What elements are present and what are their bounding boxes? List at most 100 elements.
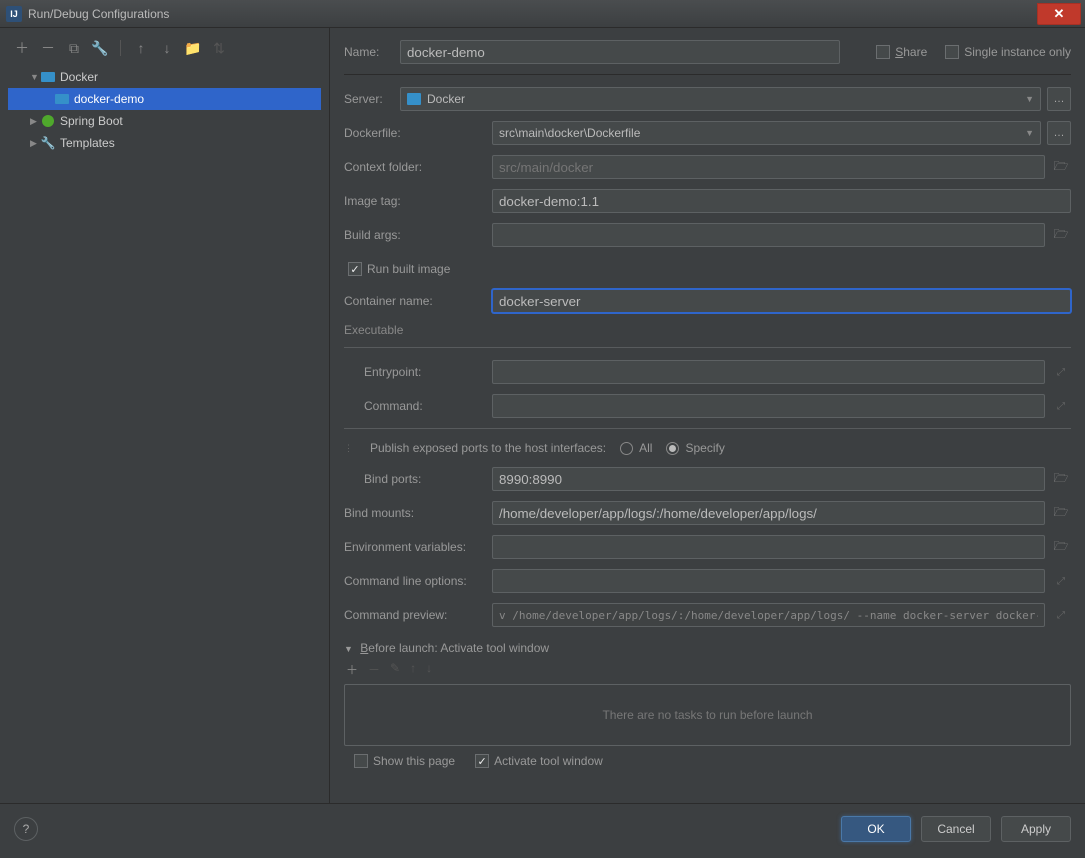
context-input[interactable]	[492, 155, 1045, 179]
command-input[interactable]	[492, 394, 1045, 418]
env-vars-row: Environment variables: 🗁	[344, 535, 1071, 559]
edit-icon[interactable]: ✎	[390, 661, 400, 678]
config-form: Name: Share Single instance only Server:…	[330, 28, 1085, 803]
bind-ports-row: Bind ports: 🗁	[344, 467, 1071, 491]
preview-label: Command preview:	[344, 608, 492, 622]
activate-window-option[interactable]: Activate tool window	[475, 754, 603, 768]
publish-ports-row: ⋮ Publish exposed ports to the host inte…	[344, 441, 1071, 455]
ok-button[interactable]: OK	[841, 816, 911, 842]
tree-node-docker-demo[interactable]: docker-demo	[8, 88, 321, 110]
bind-mounts-label: Bind mounts:	[344, 506, 492, 520]
cancel-button[interactable]: Cancel	[921, 816, 991, 842]
share-checkbox[interactable]	[876, 45, 890, 59]
up-icon[interactable]: ↑	[133, 40, 149, 56]
entrypoint-input[interactable]	[492, 360, 1045, 384]
name-label: Name:	[344, 45, 400, 59]
docker-icon	[40, 70, 56, 84]
window-title: Run/Debug Configurations	[28, 7, 1037, 21]
bind-ports-label: Bind ports:	[344, 472, 492, 486]
name-row: Name: Share Single instance only	[344, 40, 1071, 64]
show-page-checkbox[interactable]	[354, 754, 368, 768]
command-label: Command:	[344, 399, 492, 413]
add-icon[interactable]: ＋	[346, 661, 358, 678]
copy-icon[interactable]: ⧉	[66, 40, 82, 56]
titlebar: IJ Run/Debug Configurations ✕	[0, 0, 1085, 28]
show-page-option[interactable]: Show this page	[344, 754, 455, 768]
tree-node-docker[interactable]: ▼ Docker	[8, 66, 321, 88]
tree-node-spring-boot[interactable]: ▶ Spring Boot	[8, 110, 321, 132]
radio-icon	[666, 442, 679, 455]
activate-window-checkbox[interactable]	[475, 754, 489, 768]
dialog-footer: ? OK Cancel Apply	[0, 803, 1085, 853]
command-row: Command: ⤢	[344, 394, 1071, 418]
apply-button[interactable]: Apply	[1001, 816, 1071, 842]
expand-icon[interactable]: ⤢	[1051, 610, 1071, 621]
executable-section: Executable	[344, 323, 1071, 337]
entrypoint-label: Entrypoint:	[344, 365, 492, 379]
before-launch-toolbar: ＋ － ✎ ↑ ↓	[344, 655, 1071, 684]
bind-mounts-row: Bind mounts: 🗁	[344, 501, 1071, 525]
folder-icon[interactable]: 🗁	[1051, 537, 1071, 558]
folder-icon[interactable]: 🗁	[1051, 469, 1071, 490]
folder-icon[interactable]: 🗁	[1051, 157, 1071, 178]
dockerfile-browse-button[interactable]: …	[1047, 121, 1071, 145]
folder-icon[interactable]: 🗁	[1051, 503, 1071, 524]
remove-icon[interactable]: －	[40, 40, 56, 56]
single-instance-option[interactable]: Single instance only	[945, 45, 1071, 59]
run-built-row: Run built image	[344, 257, 1071, 281]
image-tag-input[interactable]	[492, 189, 1071, 213]
publish-specify-option[interactable]: Specify	[666, 441, 724, 455]
remove-icon[interactable]: －	[368, 661, 380, 678]
name-input[interactable]	[400, 40, 840, 64]
expand-icon[interactable]: ⤢	[1051, 367, 1071, 378]
config-tree: ▼ Docker docker-demo ▶ Spring Boot ▶ 🔧 T…	[0, 64, 329, 156]
chevron-down-icon: ▼	[30, 72, 40, 82]
server-select[interactable]: Docker ▼	[400, 87, 1041, 111]
expand-icon[interactable]: ⤢	[1051, 576, 1071, 587]
radio-icon	[620, 442, 633, 455]
up-icon[interactable]: ↑	[410, 661, 416, 678]
expand-icon[interactable]: ⤢	[1051, 401, 1071, 412]
drag-handle-icon[interactable]: ⋮	[344, 443, 350, 454]
tree-node-templates[interactable]: ▶ 🔧 Templates	[8, 132, 321, 154]
before-launch-section: ▼ Before launch: Activate tool window ＋ …	[344, 641, 1071, 768]
container-name-row: Container name:	[344, 289, 1071, 313]
context-label: Context folder:	[344, 160, 492, 174]
single-instance-checkbox[interactable]	[945, 45, 959, 59]
tree-label: Templates	[60, 136, 115, 150]
folder-toolbar-icon[interactable]: 📁	[185, 40, 201, 56]
before-launch-options: Show this page Activate tool window	[344, 754, 1071, 768]
cli-options-input[interactable]	[492, 569, 1045, 593]
bind-mounts-input[interactable]	[492, 501, 1045, 525]
container-name-input[interactable]	[492, 289, 1071, 313]
settings-icon[interactable]: 🔧	[92, 40, 108, 56]
server-more-button[interactable]: …	[1047, 87, 1071, 111]
image-tag-label: Image tag:	[344, 194, 492, 208]
help-button[interactable]: ?	[14, 817, 38, 841]
folder-icon[interactable]: 🗁	[1051, 225, 1071, 246]
env-vars-input[interactable]	[492, 535, 1045, 559]
tree-label: Spring Boot	[60, 114, 123, 128]
dockerfile-select[interactable]: src\main\docker\Dockerfile ▼	[492, 121, 1041, 145]
collapse-icon[interactable]: ⇅	[211, 40, 227, 56]
header-options: Share Single instance only	[876, 45, 1071, 59]
before-launch-tasks-box: There are no tasks to run before launch	[344, 684, 1071, 746]
down-icon[interactable]: ↓	[426, 661, 432, 678]
server-label: Server:	[344, 92, 400, 106]
close-button[interactable]: ✕	[1037, 3, 1081, 25]
publish-all-option[interactable]: All	[620, 441, 652, 455]
docker-icon	[407, 93, 421, 105]
caret-down-icon: ▼	[1025, 128, 1034, 138]
preview-row: Command preview: ⤢	[344, 603, 1071, 627]
before-launch-header[interactable]: ▼ Before launch: Activate tool window	[344, 641, 1071, 655]
add-icon[interactable]: ＋	[14, 40, 30, 56]
chevron-right-icon: ▶	[30, 138, 40, 149]
down-icon[interactable]: ↓	[159, 40, 175, 56]
run-built-checkbox[interactable]	[348, 262, 362, 276]
publish-ports-label: Publish exposed ports to the host interf…	[370, 441, 606, 455]
build-args-input[interactable]	[492, 223, 1045, 247]
context-row: Context folder: 🗁	[344, 155, 1071, 179]
bind-ports-input[interactable]	[492, 467, 1045, 491]
share-option[interactable]: Share	[876, 45, 927, 59]
publish-all-label: All	[639, 441, 652, 455]
